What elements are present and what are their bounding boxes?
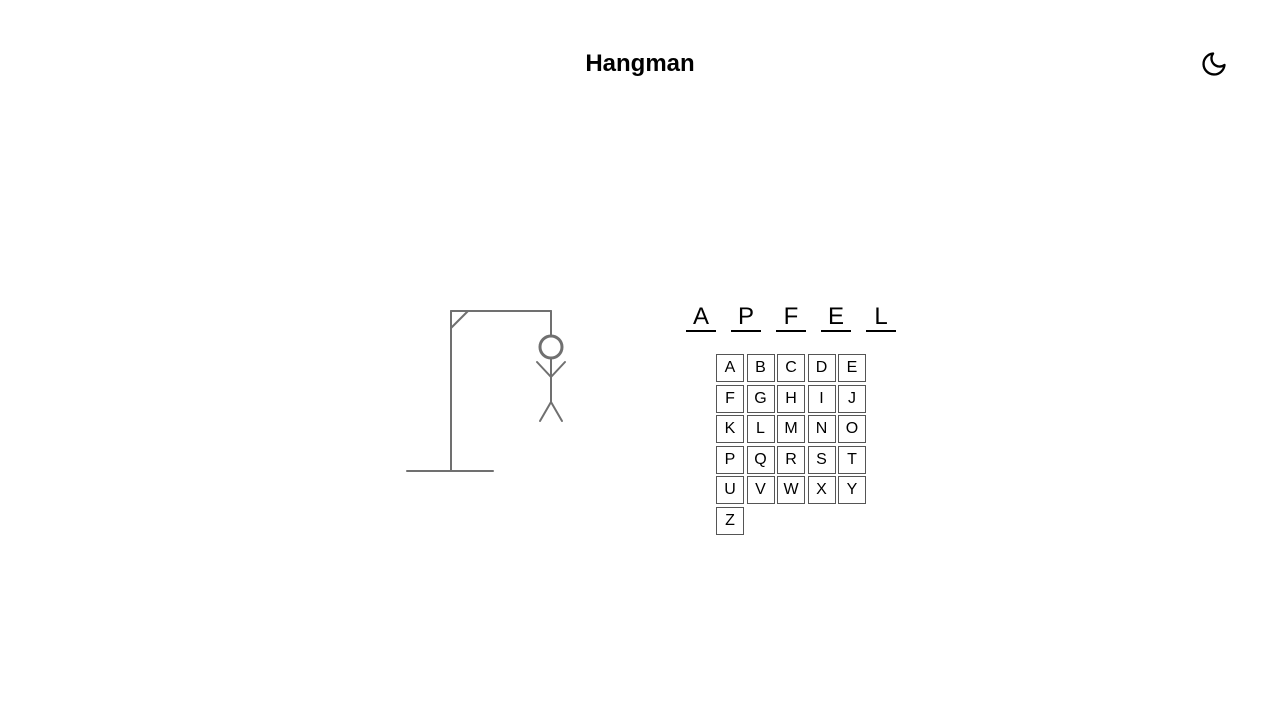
- key-j[interactable]: J: [838, 384, 866, 413]
- key-h[interactable]: H: [777, 384, 805, 413]
- theme-toggle-button[interactable]: [1198, 48, 1230, 80]
- key-w[interactable]: W: [777, 476, 805, 504]
- key-u[interactable]: U: [716, 476, 744, 504]
- key-r[interactable]: R: [777, 445, 805, 474]
- key-d[interactable]: D: [807, 354, 836, 382]
- gallows-brace: [450, 310, 469, 329]
- key-e[interactable]: E: [838, 354, 866, 382]
- key-f[interactable]: F: [716, 384, 744, 413]
- word-letter: F: [776, 304, 806, 332]
- key-t[interactable]: T: [838, 445, 866, 474]
- key-n[interactable]: N: [807, 415, 836, 443]
- word-display: A P F E L: [686, 304, 911, 334]
- hangman-right-leg: [550, 401, 563, 422]
- key-c[interactable]: C: [777, 354, 805, 382]
- key-g[interactable]: G: [746, 384, 775, 413]
- hangman-head: [538, 334, 564, 360]
- key-k[interactable]: K: [716, 415, 744, 443]
- hangman-left-arm: [536, 361, 552, 378]
- key-y[interactable]: Y: [838, 476, 866, 504]
- hangman-right-arm: [550, 361, 566, 378]
- key-q[interactable]: Q: [746, 445, 775, 474]
- key-s[interactable]: S: [807, 445, 836, 474]
- word-letter: A: [686, 304, 716, 332]
- key-i[interactable]: I: [807, 384, 836, 413]
- key-x[interactable]: X: [807, 476, 836, 504]
- word-letter: E: [821, 304, 851, 332]
- hangman-left-leg: [539, 401, 552, 422]
- page-title: Hangman: [585, 50, 695, 77]
- key-a[interactable]: A: [716, 354, 744, 382]
- moon-icon: [1202, 52, 1226, 76]
- letter-keyboard: A B C D E F G H I J K L M N O P Q R S T …: [716, 354, 876, 535]
- key-z[interactable]: Z: [716, 506, 744, 535]
- key-p[interactable]: P: [716, 445, 744, 474]
- key-o[interactable]: O: [838, 415, 866, 443]
- hangman-drawing: [406, 310, 566, 472]
- key-l[interactable]: L: [746, 415, 775, 443]
- key-v[interactable]: V: [746, 476, 775, 504]
- key-b[interactable]: B: [746, 354, 775, 382]
- word-letter: L: [866, 304, 896, 332]
- header: Hangman: [0, 0, 1280, 128]
- key-m[interactable]: M: [777, 415, 805, 443]
- word-letter: P: [731, 304, 761, 332]
